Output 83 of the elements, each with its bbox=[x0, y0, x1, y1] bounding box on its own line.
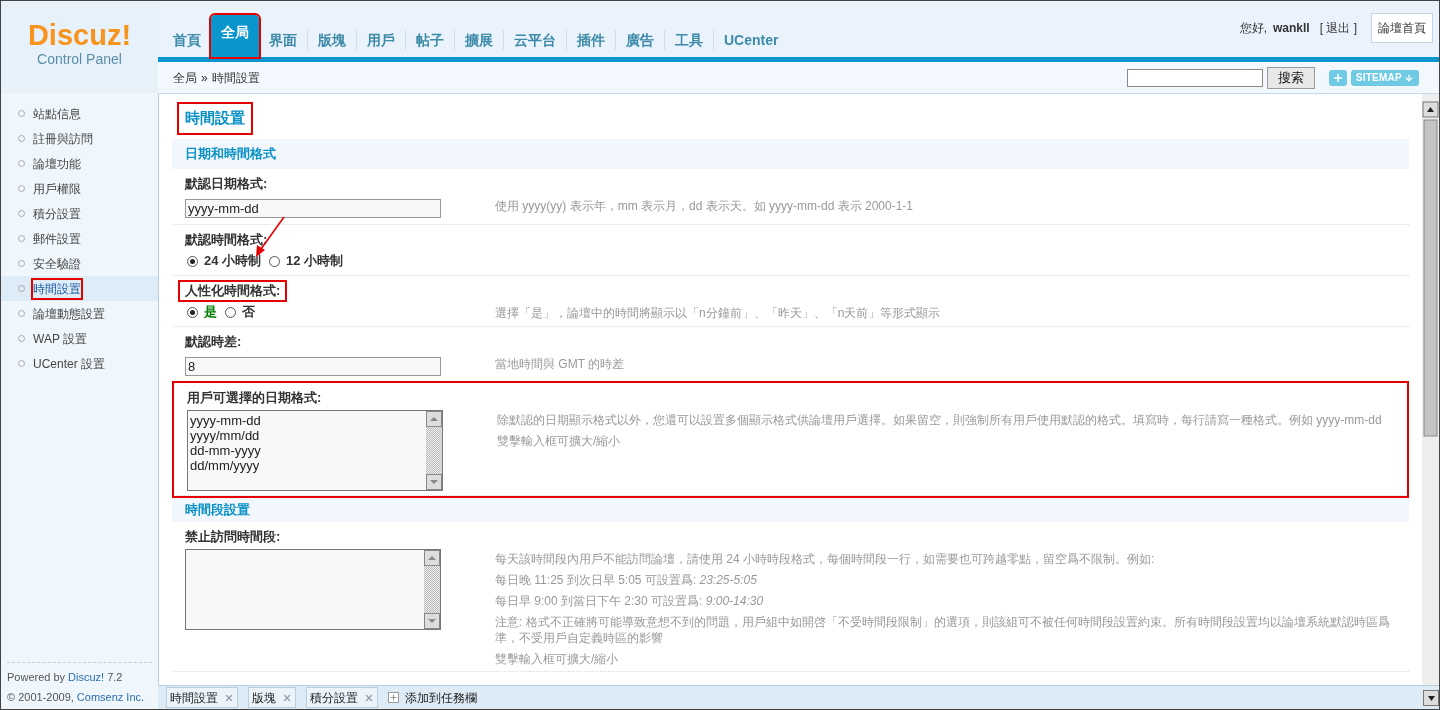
nav-tab[interactable]: 版塊 bbox=[308, 23, 356, 57]
sidebar-item[interactable]: 時間設置 bbox=[1, 276, 158, 301]
sidebar-item[interactable]: UCenter 設置 bbox=[1, 351, 158, 376]
field-description: 選擇「是」，論壇中的時間將顯示以「n分鐘前」、「昨天」、「n天前」等形式顯示 bbox=[495, 304, 941, 321]
radio-button[interactable] bbox=[269, 255, 281, 267]
radio-button[interactable] bbox=[187, 306, 198, 318]
sidebar-item[interactable]: 安全驗證 bbox=[1, 251, 158, 276]
down-arrow-icon bbox=[1404, 72, 1414, 83]
sidebar-item[interactable]: 站點信息 bbox=[1, 101, 158, 126]
field-description: 每日早 9:00 到當日下午 2:30 可設置爲: 9:00-14:30 bbox=[495, 592, 765, 609]
taskbar-label: 積分設置 bbox=[310, 689, 358, 707]
sidebar-label: 時間設置 bbox=[33, 279, 81, 298]
search-button[interactable]: 搜索 bbox=[1266, 66, 1315, 89]
sidebar-item[interactable]: 論壇功能 bbox=[1, 151, 158, 176]
field-label: 用戶可選擇的日期格式: bbox=[186, 388, 323, 407]
breadcrumb-separator: » bbox=[201, 69, 208, 87]
field-label: 默認時差: bbox=[183, 332, 243, 351]
nav-tab[interactable]: 擴展 bbox=[455, 23, 503, 57]
radio-label: 否 bbox=[242, 304, 255, 320]
forum-home-button[interactable]: 論壇首頁 bbox=[1371, 13, 1433, 43]
text-field[interactable]: yyyy-mm-dd bbox=[185, 198, 441, 218]
footer-text: 7.2 bbox=[107, 670, 123, 685]
radio-button[interactable] bbox=[187, 255, 198, 267]
close-icon[interactable] bbox=[282, 692, 292, 703]
sidebar-item[interactable]: 用戶權限 bbox=[1, 176, 158, 201]
footer-link[interactable]: Discuz! bbox=[68, 669, 105, 686]
field-label: 人性化時間格式: bbox=[180, 281, 286, 300]
field-description: 每天該時間段內用戶不能訪問論壇，請使用 24 小時時段格式，每個時間段一行，如需要也可跨越零點，留空爲不限制。例如: bbox=[495, 550, 1156, 567]
sidebar-label: 論壇動態設置 bbox=[33, 305, 105, 323]
close-icon[interactable] bbox=[364, 692, 374, 703]
field-label: 禁止訪問時間段: bbox=[184, 527, 282, 546]
footer-link[interactable]: Comsenz Inc. bbox=[76, 688, 145, 705]
logo-subtitle: Control Panel bbox=[37, 51, 122, 67]
user-name: wankll bbox=[1272, 20, 1310, 37]
section-header: 時間段設置 bbox=[172, 497, 1409, 522]
search-field[interactable] bbox=[1126, 68, 1263, 87]
taskbar-label: 版塊 bbox=[252, 689, 276, 707]
taskbar-label: 時間設置 bbox=[170, 689, 218, 707]
add-icon[interactable] bbox=[388, 692, 399, 703]
sidebar-label: 論壇功能 bbox=[33, 155, 81, 173]
sidebar-label: 安全驗證 bbox=[33, 255, 81, 273]
sidebar-label: 積分設置 bbox=[33, 205, 81, 223]
add-to-taskbar-link[interactable]: 添加到任務欄 bbox=[405, 688, 477, 707]
field-description: 當地時間與 GMT 的時差 bbox=[495, 355, 625, 372]
sidebar-item[interactable]: 註冊與訪問 bbox=[1, 126, 158, 151]
breadcrumb-link[interactable]: 全局 bbox=[173, 68, 197, 87]
taskbar-tab[interactable]: 時間設置 bbox=[166, 687, 238, 708]
nav-tab[interactable]: 插件 bbox=[567, 23, 615, 57]
page-title: 時間設置 bbox=[179, 104, 251, 133]
sidebar-item[interactable]: WAP 設置 bbox=[1, 326, 158, 351]
footer-text: Powered by bbox=[7, 670, 66, 685]
sidebar-item[interactable]: 論壇動態設置 bbox=[1, 301, 158, 326]
sidebar-label: WAP 設置 bbox=[33, 330, 87, 348]
sidebar-label: 註冊與訪問 bbox=[33, 130, 93, 148]
field-description: 雙擊輸入框可擴大/縮小 bbox=[497, 432, 622, 449]
field-description: 每日晚 11:25 到次日早 5:05 可設置爲: 23:25-5:05 bbox=[495, 571, 758, 588]
field-label: 默認日期格式: bbox=[183, 174, 269, 193]
radio-button[interactable] bbox=[225, 306, 236, 318]
radio-label: 是 bbox=[204, 304, 217, 320]
breadcrumb-current: 時間設置 bbox=[211, 69, 260, 87]
greeting-text: 您好, bbox=[1239, 20, 1267, 37]
sidebar-label: 站點信息 bbox=[33, 105, 81, 123]
taskbar-tab[interactable]: 版塊 bbox=[248, 687, 296, 708]
sidebar-label: 郵件設置 bbox=[33, 230, 81, 248]
field-description: 使用 yyyy(yy) 表示年，mm 表示月，dd 表示天。如 yyyy-mm-dd 表示 2000-1-1 bbox=[495, 197, 914, 214]
textarea-field[interactable] bbox=[185, 548, 441, 630]
field-description: 注意: 格式不正確將可能導致意想不到的問題，用戶組中如開啓「不受時間段限制」的選項，則該組可不被任何時間段設置約束。所有時間段設置均以論壇系統默認時區爲準，不受用戶自定義時區的影響 bbox=[495, 613, 1391, 646]
radio-label: 12 小時制 bbox=[286, 253, 344, 269]
section-header: 日期和時間格式 bbox=[172, 138, 1409, 169]
footer-text: © 2001-2009, bbox=[7, 689, 74, 705]
sidebar-item[interactable]: 郵件設置 bbox=[1, 226, 158, 251]
textarea-field[interactable]: yyyy-mm-dd yyyy/mm/dd dd-mm-yyyy dd/mm/yyyy bbox=[187, 409, 443, 491]
field-description: 除默認的日期顯示格式以外，您還可以設置多個顯示格式供論壇用戶選擇。如果留空，則強制所有用戶使用默認的格式。填寫時，每行請寫一種格式。例如 yyyy-mm-dd bbox=[497, 411, 1382, 428]
close-icon[interactable] bbox=[224, 692, 234, 703]
text-field[interactable]: 8 bbox=[185, 356, 441, 376]
sidebar-label: 用戶權限 bbox=[33, 180, 81, 198]
taskbar-tab[interactable]: 積分設置 bbox=[306, 687, 378, 708]
field-description: 雙擊輸入框可擴大/縮小 bbox=[495, 650, 620, 667]
sidebar-label: UCenter 設置 bbox=[33, 355, 106, 373]
radio-label: 24 小時制 bbox=[204, 253, 262, 269]
sidebar-item[interactable]: 積分設置 bbox=[1, 201, 158, 226]
logout-link[interactable]: [ 退出 ] bbox=[1319, 19, 1357, 37]
logo-name: Discuz! bbox=[27, 19, 132, 51]
